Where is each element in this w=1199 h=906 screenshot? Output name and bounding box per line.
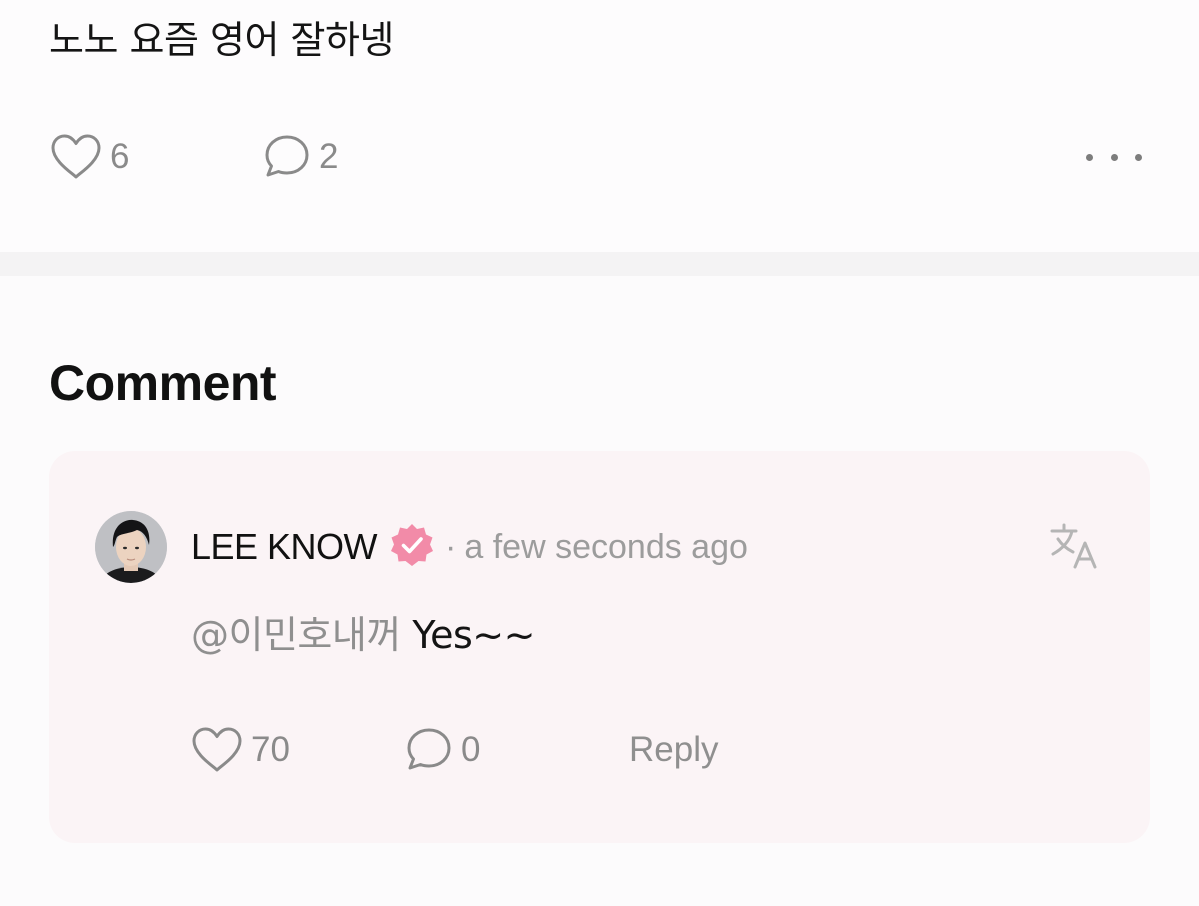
post-like-count: 6 [110,137,130,176]
comment-header: LEE KNOW · a few seconds ago [191,523,748,571]
avatar[interactable] [95,511,167,583]
speech-bubble-icon [263,133,311,181]
translate-icon [1048,523,1100,577]
verified-badge-icon [389,522,435,573]
more-dots-icon [1086,153,1093,161]
comment-like-count: 70 [251,730,290,769]
more-dots-icon [1110,153,1118,161]
heart-icon [50,133,102,181]
comments-title: Comment [49,355,277,411]
comment-like-button[interactable]: 70 [191,725,290,775]
comment-card: LEE KNOW · a few seconds ago @이민호내꺼 Yes~… [49,451,1150,843]
heart-icon [191,726,243,774]
post-actions: 6 2 [50,132,1150,182]
post-comment-button[interactable]: 2 [263,132,338,182]
comment-reply-count-button[interactable]: 0 [405,725,480,775]
post-like-button[interactable]: 6 [50,132,129,182]
translate-button[interactable] [1048,521,1100,578]
comment-actions: 70 0 Reply [191,725,891,775]
author-name[interactable]: LEE KNOW [191,526,378,568]
post-text: 노노 요즘 영어 잘하넹 [49,18,394,62]
section-divider [0,252,1199,276]
comment-separator: · [445,527,457,566]
speech-bubble-icon [405,726,453,774]
comments-section: Comment LEE KNOW · a few seconds ago @이민… [0,276,1199,906]
comment-text: Yes~~ [412,613,535,657]
comment-reply-count: 0 [461,730,481,769]
comment-body: @이민호내꺼 Yes~~ [191,611,535,659]
post-comment-count: 2 [319,137,339,176]
post: 노노 요즘 영어 잘하넹 6 2 [0,0,1199,252]
more-dots-icon [1135,153,1142,161]
more-options-button[interactable] [1086,132,1142,182]
mention-link[interactable]: @이민호내꺼 [191,613,401,657]
reply-button[interactable]: Reply [629,725,718,775]
comment-timestamp: a few seconds ago [464,527,748,566]
